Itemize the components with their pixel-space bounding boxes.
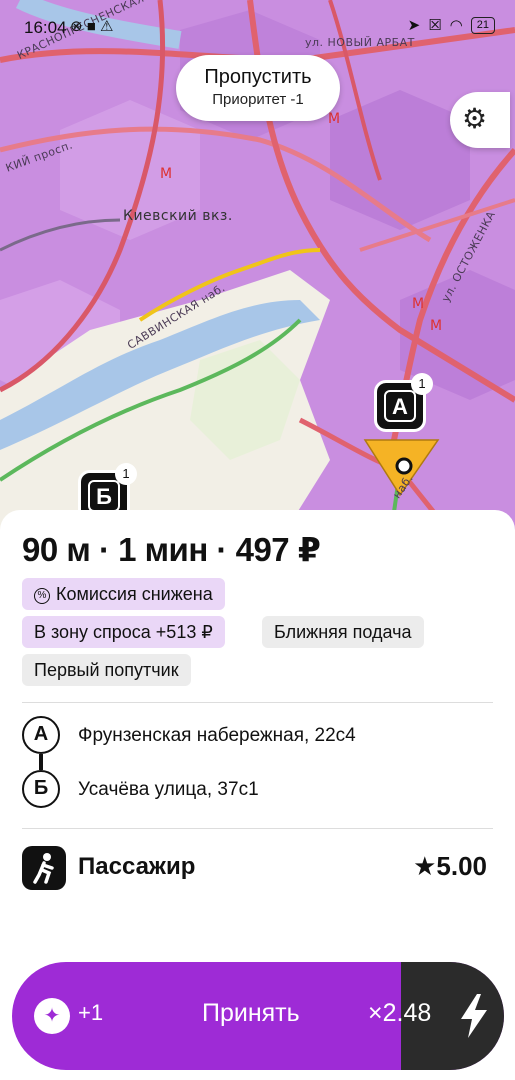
location-icon: ➤ bbox=[407, 17, 421, 34]
divider bbox=[22, 702, 493, 703]
svg-text:M: M bbox=[328, 111, 340, 127]
svg-text:M: M bbox=[430, 318, 442, 334]
settings-button[interactable]: ⚙ bbox=[450, 92, 510, 148]
notification-icons: ⊗ ■ ⚠ bbox=[70, 18, 114, 35]
pin-a-badge: 1 bbox=[411, 373, 433, 395]
route-connector bbox=[39, 754, 43, 770]
pin-b-letter: Б bbox=[88, 480, 120, 512]
chip-first-passenger: Первый попутчик bbox=[22, 654, 191, 686]
passenger-label: Пассажир bbox=[78, 853, 196, 880]
percent-icon: % bbox=[34, 588, 50, 604]
bonus-icon: ✦ bbox=[34, 998, 70, 1034]
no-signal-icon: ☒ bbox=[428, 17, 442, 34]
skip-button[interactable]: Пропустить Приоритет -1 bbox=[176, 55, 340, 121]
chip-commission: % Комиссия снижена bbox=[22, 578, 225, 610]
svg-text:M: M bbox=[412, 296, 424, 312]
battery-icon: 21 bbox=[470, 16, 495, 34]
skip-subtitle: Приоритет -1 bbox=[212, 91, 304, 108]
pin-a[interactable]: А 1 bbox=[374, 373, 433, 432]
route-point-b: Б bbox=[22, 770, 60, 808]
order-headline: 90 м · 1 мин · 497 ₽ bbox=[22, 531, 321, 568]
accept-label: Принять bbox=[202, 999, 300, 1027]
gear-icon: ⚙ bbox=[462, 103, 488, 134]
chip-commission-label: Комиссия снижена bbox=[56, 584, 213, 604]
pin-a-letter: А bbox=[384, 390, 416, 422]
route-to-address: Усачёва улица, 37с1 bbox=[78, 779, 259, 800]
status-bar: 16:04 ⊗ ■ ⚠ ➤ ☒ ◠ 21 bbox=[0, 0, 515, 46]
svg-text:M: M bbox=[160, 166, 172, 182]
divider bbox=[22, 828, 493, 829]
wifi-icon: ◠ bbox=[449, 17, 463, 34]
passenger-rating: ★5.00 bbox=[413, 851, 487, 881]
skip-title: Пропустить bbox=[204, 66, 312, 88]
lightning-icon bbox=[461, 994, 487, 1038]
pin-b-badge: 1 bbox=[115, 463, 137, 485]
route-point-a: А bbox=[22, 716, 60, 754]
accept-button[interactable]: ✦ +1 Принять ×2.48 bbox=[12, 962, 504, 1070]
status-time: 16:04 bbox=[24, 18, 67, 37]
bonus-count: +1 bbox=[78, 1000, 104, 1025]
status-right: ➤ ☒ ◠ 21 bbox=[408, 16, 495, 34]
map[interactable]: M M M M КРАСНОПРЕСНЕНСКАЯ наб. ул. НОВЫЙ… bbox=[0, 0, 515, 540]
surge-multiplier: ×2.48 bbox=[368, 999, 432, 1027]
chip-demand-zone: В зону спроса +513 ₽ bbox=[22, 616, 225, 648]
passenger-avatar-icon bbox=[22, 846, 66, 890]
street-label: Киевский вкз. bbox=[123, 208, 233, 224]
route-from-address: Фрунзенская набережная, 22с4 bbox=[78, 725, 356, 746]
chip-near-pickup: Ближняя подача bbox=[262, 616, 424, 648]
